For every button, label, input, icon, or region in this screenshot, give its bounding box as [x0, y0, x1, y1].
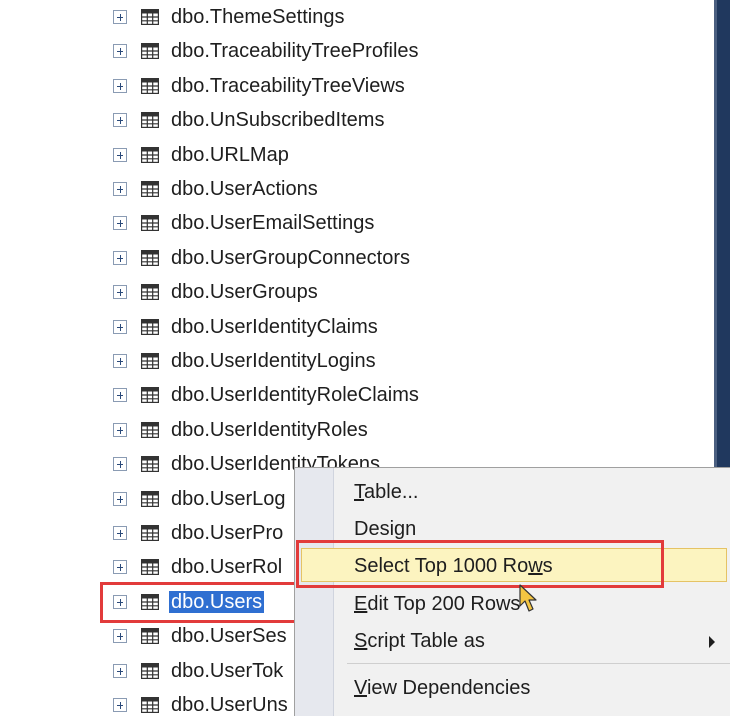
tree-node-table[interactable]: dbo.TraceabilityTreeViews [0, 70, 714, 104]
expand-plus-icon[interactable] [113, 113, 127, 128]
table-icon [141, 318, 159, 335]
tree-node-label: dbo.UserActions [171, 178, 318, 200]
tree-node-label: dbo.UserIdentityRoleClaims [171, 384, 419, 407]
tree-node-label: dbo.TraceabilityTreeProfiles [171, 40, 419, 63]
table-icon [141, 249, 159, 266]
tree-node-label: dbo.UserPro [171, 522, 284, 544]
expand-plus-icon[interactable] [113, 491, 127, 506]
tree-node-table[interactable]: dbo.ThemeSettings [0, 1, 714, 35]
expand-plus-icon[interactable] [113, 422, 127, 437]
menu-item-label: Script Table as [354, 630, 485, 652]
tree-node-label: dbo.UserTok [171, 659, 284, 682]
menu-item-label: Edit Top 200 Rows [354, 593, 521, 615]
expand-plus-icon[interactable] [113, 147, 127, 162]
tree-node-label: dbo.UserGroupConnectors [171, 246, 411, 269]
tree-node-table[interactable]: dbo.UserIdentityRoles [0, 414, 714, 448]
tree-node-label: dbo.UserGroups [171, 281, 318, 304]
tree-node-label: dbo.UserIdentityLogins [171, 350, 376, 372]
expand-plus-icon[interactable] [113, 629, 127, 644]
tree-node-label: dbo.UnSubscribedItems [171, 109, 385, 132]
table-icon [141, 112, 159, 129]
tree-node-table[interactable]: dbo.TraceabilityTreeProfiles [0, 35, 714, 69]
mouse-cursor-icon [519, 584, 537, 612]
menu-separator [347, 663, 730, 664]
table-icon [141, 353, 159, 369]
tree-node-table[interactable]: dbo.UserIdentityClaims [0, 311, 714, 345]
expand-plus-icon[interactable] [113, 388, 127, 403]
tree-node-table[interactable]: dbo.UserEmailSettings [0, 207, 714, 241]
table-icon [141, 9, 159, 25]
expand-plus-icon[interactable] [113, 319, 127, 334]
table-icon [141, 284, 159, 301]
expand-plus-icon[interactable] [113, 663, 127, 678]
table-icon [141, 662, 159, 679]
table-icon [141, 181, 159, 197]
expand-plus-icon[interactable] [113, 10, 127, 24]
tree-node-label: dbo.UserSes [171, 625, 287, 648]
users-row-annotation-box [100, 582, 302, 623]
context-menu: Table... Design Select Top 1000 Rows Edi… [294, 467, 730, 716]
tree-node-label: dbo.UserRol [171, 556, 283, 579]
tree-node-label: dbo.UserIdentityClaims [171, 315, 378, 338]
table-icon [141, 525, 159, 541]
tree-node-label: dbo.UserEmailSettings [171, 212, 375, 235]
table-icon [141, 456, 159, 473]
select-top-rows-annotation-box [296, 540, 664, 588]
table-icon [141, 421, 159, 438]
expand-plus-icon[interactable] [113, 44, 127, 59]
window-edge [714, 0, 730, 468]
tree-node-table[interactable]: dbo.UserGroups [0, 276, 714, 310]
table-icon [141, 43, 159, 60]
menu-item-script-table-as[interactable]: Script Table as [295, 623, 730, 659]
menu-item-edit-top-200-rows[interactable]: Edit Top 200 Rows [295, 586, 730, 622]
table-icon [141, 146, 159, 163]
expand-plus-icon[interactable] [113, 457, 127, 472]
table-icon [141, 628, 159, 645]
expand-plus-icon[interactable] [113, 526, 127, 540]
menu-item-label: Design [354, 518, 417, 540]
table-icon [141, 387, 159, 404]
tree-node-table[interactable]: dbo.UserIdentityRoleClaims [0, 379, 714, 413]
table-icon [141, 697, 159, 713]
expand-plus-icon[interactable] [113, 560, 127, 575]
expand-plus-icon[interactable] [113, 285, 127, 300]
table-icon [141, 77, 159, 94]
table-icon [141, 490, 159, 507]
tree-node-table[interactable]: dbo.UserActions [0, 173, 714, 207]
tree-node-label: dbo.UserIdentityRoles [171, 418, 368, 441]
tree-node-table[interactable]: dbo.URLMap [0, 139, 714, 173]
table-icon [141, 559, 159, 576]
expand-plus-icon[interactable] [113, 698, 127, 712]
tree-node-label: dbo.URLMap [171, 143, 289, 166]
tree-node-table[interactable]: dbo.UnSubscribedItems [0, 104, 714, 138]
menu-item-label: View Dependencies [354, 677, 531, 699]
tree-node-table[interactable]: dbo.UserGroupConnectors [0, 242, 714, 276]
expand-plus-icon[interactable] [113, 78, 127, 93]
tree-node-table[interactable]: dbo.UserIdentityLogins [0, 345, 714, 379]
menu-item-view-dependencies[interactable]: View Dependencies [295, 670, 730, 706]
tree-node-label: dbo.UserLog [171, 487, 286, 510]
expand-plus-icon[interactable] [113, 182, 127, 196]
table-icon [141, 215, 159, 232]
expand-plus-icon[interactable] [113, 216, 127, 231]
expand-plus-icon[interactable] [113, 354, 127, 368]
expand-plus-icon[interactable] [113, 250, 127, 265]
menu-item-label: Table... [354, 481, 419, 503]
tree-node-label: dbo.UserUns [171, 694, 288, 716]
tree-node-label: dbo.TraceabilityTreeViews [171, 74, 405, 97]
submenu-arrow-icon [709, 636, 715, 648]
menu-item-table[interactable]: Table... [295, 474, 730, 510]
tree-node-label: dbo.ThemeSettings [171, 6, 345, 28]
